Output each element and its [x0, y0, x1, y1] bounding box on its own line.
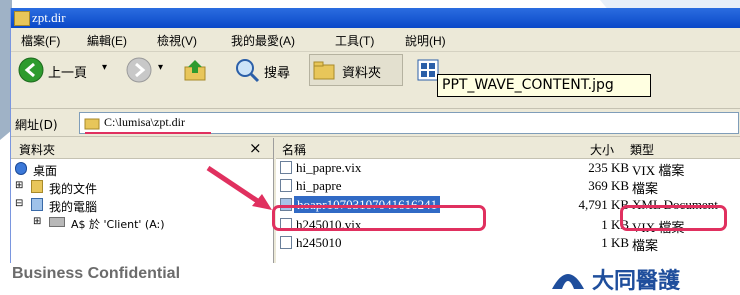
chevron-down-icon: ▾: [102, 62, 108, 73]
desktop-icon: [15, 162, 27, 175]
address-label: 網址(D): [15, 118, 58, 132]
menu-view[interactable]: 檢視(V): [157, 32, 197, 49]
list-item[interactable]: hi_papre.vix 235 KB VIX 檔案: [276, 159, 740, 178]
highlight-file-type: [620, 205, 727, 231]
folder-pane-title: 資料夾: [19, 143, 56, 157]
folder-icon: [84, 118, 100, 130]
close-icon[interactable]: ×: [249, 139, 262, 157]
tree-item-label: A$ 於 'Client' (A:): [71, 218, 165, 231]
list-header: 名稱 大小 類型: [276, 138, 740, 159]
chevron-down-icon: ▾: [158, 62, 164, 73]
menu-file[interactable]: 檔案(F): [21, 32, 60, 49]
annotation-arrow: [206, 165, 272, 210]
menu-bar: 檔案(F) 編輯(E) 檢視(V) 我的最愛(A) 工具(T) 說明(H): [11, 29, 740, 52]
address-underline: [85, 132, 211, 134]
folders-icon: [313, 61, 335, 80]
folders-label: 資料夾: [342, 66, 382, 81]
brand-name: 大同醫護: [592, 269, 681, 294]
search-icon: [236, 59, 260, 83]
back-button[interactable]: 上一頁 ▾: [15, 54, 121, 86]
file-icon: [280, 179, 292, 192]
address-path: C:\lumisa\zpt.dir: [104, 115, 185, 129]
folder-pane-header: 資料夾 ×: [11, 138, 273, 159]
column-type[interactable]: 類型: [630, 141, 654, 158]
brand-logo-icon: [552, 274, 584, 289]
menu-help[interactable]: 說明(H): [405, 32, 446, 49]
tree-item-label: 我的文件: [49, 182, 98, 196]
search-label: 搜尋: [264, 66, 291, 81]
title-bar: zpt.dir: [11, 8, 740, 28]
list-item[interactable]: hi_papre 369 KB 檔案: [276, 177, 740, 196]
highlight-selected-file: [272, 205, 486, 231]
folders-button[interactable]: 資料夾: [309, 54, 403, 86]
up-folder-button[interactable]: [179, 54, 213, 86]
drive-icon: [49, 217, 65, 227]
column-size[interactable]: 大小: [590, 141, 614, 158]
window-title: zpt.dir: [32, 10, 66, 25]
tree-item-label: 桌面: [33, 164, 58, 178]
menu-favorites[interactable]: 我的最愛(A): [231, 32, 295, 49]
filename-tooltip: PPT_WAVE_CONTENT.jpg: [437, 74, 651, 97]
slide-footer: Business Confidential 大同醫護: [0, 263, 740, 294]
documents-icon: [31, 180, 43, 193]
forward-button[interactable]: ▾: [123, 54, 175, 86]
search-button[interactable]: 搜尋: [231, 54, 305, 86]
list-item[interactable]: h245010 1 KB 檔案: [276, 234, 740, 253]
address-bar: 網址(D) C:\lumisa\zpt.dir: [11, 110, 740, 137]
file-list: 名稱 大小 類型 hi_papre.vix 235 KB VIX 檔案 hi_p…: [276, 138, 740, 263]
expand-icon[interactable]: ⊞: [33, 216, 41, 227]
back-arrow-icon: [18, 57, 44, 83]
folder-icon: [14, 11, 30, 26]
confidential-label: Business Confidential: [12, 265, 181, 282]
computer-icon: [31, 198, 43, 211]
file-icon: [280, 236, 292, 249]
menu-tools[interactable]: 工具(T): [335, 32, 374, 49]
forward-arrow-icon: [126, 57, 152, 83]
menu-edit[interactable]: 編輯(E): [87, 32, 127, 49]
expand-icon[interactable]: ⊞: [15, 180, 23, 191]
column-name[interactable]: 名稱: [282, 141, 306, 158]
collapse-icon[interactable]: ⊟: [15, 198, 23, 209]
back-label: 上一頁: [48, 66, 88, 81]
tree-item-label: 我的電腦: [49, 200, 98, 214]
views-icon: [417, 59, 439, 81]
up-folder-icon: [184, 60, 206, 81]
file-icon: [280, 161, 292, 174]
address-input[interactable]: C:\lumisa\zpt.dir: [79, 112, 739, 134]
